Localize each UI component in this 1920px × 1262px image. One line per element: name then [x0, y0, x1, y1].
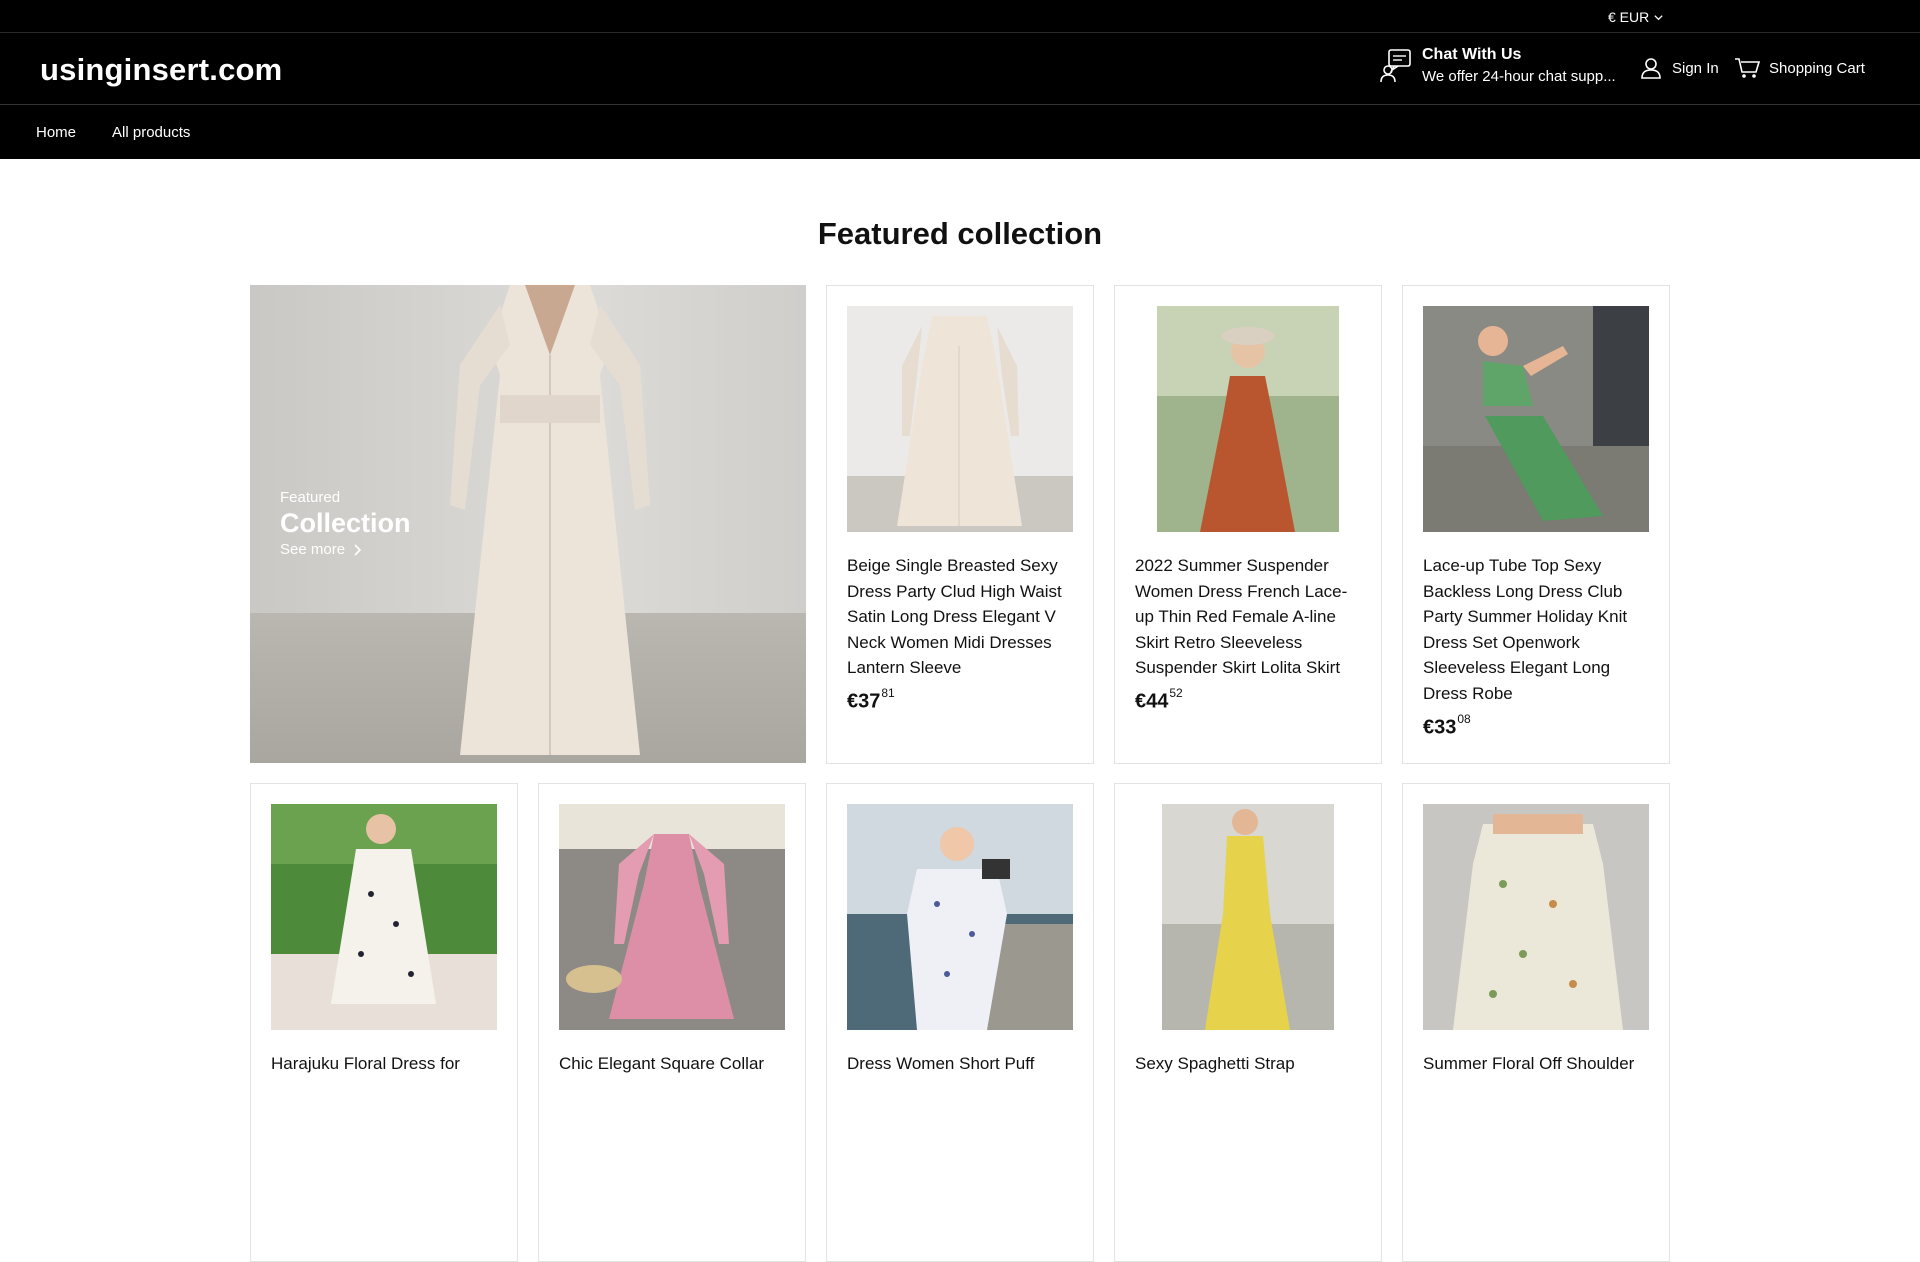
user-icon [1641, 58, 1661, 79]
price-main: €44 [1135, 690, 1169, 713]
product-card[interactable]: Chic Elegant Square Collar [538, 783, 806, 1262]
shopping-cart-link[interactable]: Shopping Cart [1734, 57, 1865, 79]
price-cents: 08 [1457, 712, 1471, 726]
chat-title: Chat With Us [1422, 46, 1522, 63]
price-main: €33 [1423, 716, 1457, 739]
product-image [271, 804, 497, 1030]
product-card[interactable]: Harajuku Floral Dress for [250, 783, 518, 1262]
see-more-label: See more [280, 541, 346, 558]
product-name: Lace-up Tube Top Sexy Backless Long Dres… [1423, 556, 1628, 703]
price-cents: 81 [881, 686, 895, 700]
product-name: Sexy Spaghetti Strap [1135, 1054, 1295, 1073]
featured-collection-banner[interactable]: Featured Collection See more [250, 285, 806, 763]
site-logo[interactable]: usinginsert.com [40, 52, 282, 88]
cart-icon [1735, 58, 1760, 78]
product-name: Summer Floral Off Shoulder [1423, 1054, 1635, 1073]
chat-subtitle: We offer 24-hour chat supp... [1422, 68, 1616, 85]
product-name: Harajuku Floral Dress for [271, 1054, 460, 1073]
banner-eyebrow: Featured [280, 489, 341, 506]
product-image [1423, 306, 1649, 532]
chevron-down-icon [1654, 14, 1663, 20]
product-image [1135, 306, 1361, 532]
nav-home[interactable]: Home [36, 124, 76, 141]
nav-all-products[interactable]: All products [112, 124, 190, 141]
see-more-link[interactable]: See more [280, 541, 411, 558]
cart-label: Shopping Cart [1769, 59, 1865, 77]
chevron-right-icon [354, 543, 362, 556]
product-image [847, 306, 1073, 532]
sign-in-label: Sign In [1672, 59, 1719, 77]
banner-text: Featured Collection See more [280, 489, 411, 558]
product-image [1423, 804, 1649, 1030]
currency-selector[interactable]: € EUR [1608, 9, 1664, 25]
price-cents: 52 [1169, 686, 1183, 700]
product-name: Beige Single Breasted Sexy Dress Party C… [847, 556, 1062, 678]
product-image [559, 804, 785, 1030]
chat-support-icon [1380, 48, 1411, 82]
product-card[interactable]: Dress Women Short Puff [826, 783, 1094, 1262]
product-card[interactable]: Lace-up Tube Top Sexy Backless Long Dres… [1402, 285, 1670, 764]
product-price: €3308 [1423, 712, 1471, 740]
top-bar: € EUR [0, 0, 1920, 33]
site-header: usinginsert.com Chat With Us We offer 24… [0, 33, 1920, 105]
product-price: €4452 [1135, 686, 1183, 714]
product-image [1135, 804, 1361, 1030]
product-price: €3781 [847, 686, 895, 714]
main-nav: Home All products [0, 105, 1920, 159]
price-main: €37 [847, 690, 881, 713]
product-name: 2022 Summer Suspender Women Dress French… [1135, 556, 1348, 678]
product-name: Chic Elegant Square Collar [559, 1054, 765, 1073]
product-name: Dress Women Short Puff [847, 1054, 1035, 1073]
chat-with-us[interactable]: Chat With Us We offer 24-hour chat supp.… [1380, 46, 1618, 85]
product-card[interactable]: 2022 Summer Suspender Women Dress French… [1114, 285, 1382, 764]
product-card[interactable]: Sexy Spaghetti Strap [1114, 783, 1382, 1262]
banner-heading: Collection [280, 508, 411, 538]
currency-label: € EUR [1608, 9, 1650, 25]
section-title: Featured collection [817, 216, 1103, 251]
beige-dress-image [450, 285, 650, 755]
product-card[interactable]: Beige Single Breasted Sexy Dress Party C… [826, 285, 1094, 764]
product-image [847, 804, 1073, 1030]
sign-in-link[interactable]: Sign In [1640, 57, 1719, 79]
product-card[interactable]: Summer Floral Off Shoulder [1402, 783, 1670, 1262]
